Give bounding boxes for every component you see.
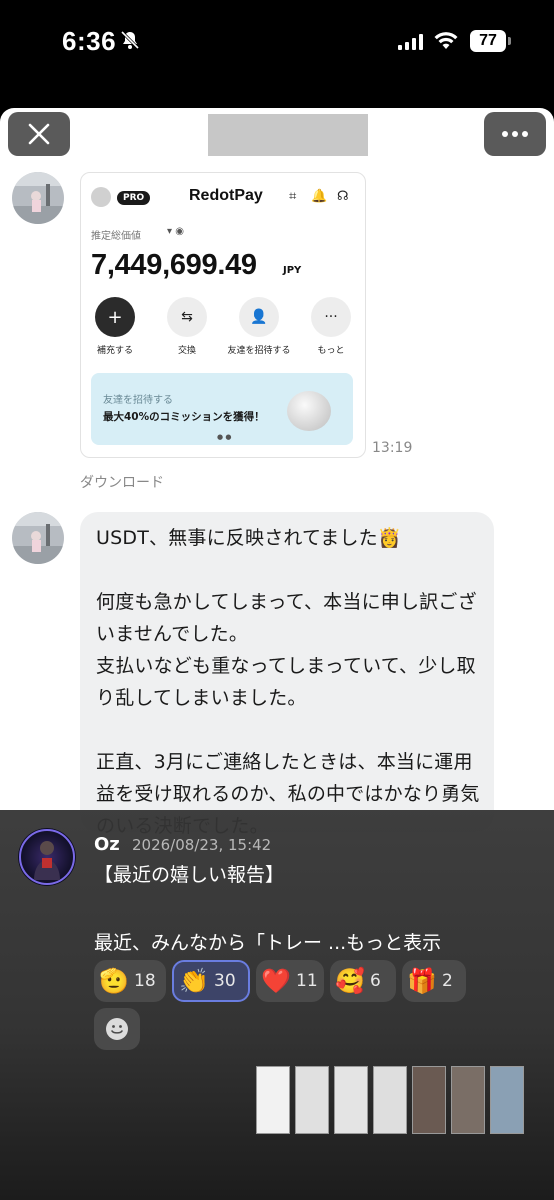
post-date: 2026/08/23, 15:42	[132, 836, 272, 854]
contact-avatar[interactable]	[12, 172, 64, 224]
reaction-count: 18	[134, 971, 156, 991]
banner-subtitle: 最大40%のコミッションを獲得！	[103, 411, 265, 423]
close-button[interactable]	[8, 112, 70, 156]
wifi-icon	[433, 30, 459, 54]
shared-image[interactable]: PRO RedotPay ⌗ 🔔 ☊ 推定総価値 ▾ ◉ 7,449,699.4…	[80, 172, 366, 458]
thumbnail-image[interactable]	[256, 1066, 290, 1134]
show-more-link[interactable]: もっと表示	[346, 932, 441, 954]
heart-emoji-icon: ❤️	[261, 967, 291, 995]
invite-icon: 👤	[239, 297, 279, 337]
smiling-hearts-emoji-icon: 🥰	[335, 967, 365, 995]
image-timestamp: 13:19	[372, 440, 413, 456]
action-label: 交換	[177, 346, 196, 356]
smiley-icon	[106, 1018, 128, 1040]
action-label: もっと	[317, 346, 345, 356]
close-icon	[28, 123, 50, 145]
thumbnail-image[interactable]	[373, 1066, 407, 1134]
more-dots-icon: ···	[311, 297, 351, 337]
salute-emoji-icon: 🫡	[99, 967, 129, 995]
reaction-heart[interactable]: ❤️ 11	[256, 960, 324, 1002]
thumbnail-image[interactable]	[451, 1066, 485, 1134]
coin-icon	[287, 391, 331, 431]
notification-bell-icon: 🔔	[311, 189, 328, 204]
status-bar: 6:36 77	[0, 0, 554, 108]
redotpay-header: PRO RedotPay ⌗ 🔔 ☊	[81, 183, 365, 211]
reaction-clap[interactable]: 👏 30	[172, 960, 250, 1002]
action-label: 補充する	[96, 346, 133, 356]
top-up-icon: +	[95, 297, 135, 337]
battery-icon: 77	[470, 30, 506, 52]
signal-icon	[398, 34, 424, 54]
thumbnail-image[interactable]	[490, 1066, 524, 1134]
thumbnail-image[interactable]	[334, 1066, 368, 1134]
user-icon	[91, 187, 111, 207]
balance-amount: 7,449,699.49	[91, 249, 257, 281]
pro-badge: PRO	[117, 191, 151, 205]
thumbnail-image[interactable]	[295, 1066, 329, 1134]
redotpay-brand: RedotPay	[189, 187, 263, 204]
reaction-salute[interactable]: 🫡 18	[94, 960, 166, 1002]
exchange-icon: ⇆	[167, 297, 207, 337]
pagination-dots: ● ●	[217, 433, 232, 441]
message-bubble[interactable]: USDT、無事に反映されてました👸 何度も急かしてしまって、本当に申し訳ございま…	[80, 512, 494, 837]
reaction-love[interactable]: 🥰 6	[330, 960, 396, 1002]
bell-muted-icon	[120, 30, 140, 54]
currency-label: JPY	[283, 265, 302, 276]
scan-icon: ⌗	[289, 189, 297, 204]
author-avatar[interactable]	[18, 828, 76, 886]
download-link[interactable]: ダウンロード	[80, 472, 164, 492]
message-text: USDT、無事に反映されてました👸 何度も急かしてしまって、本当に申し訳ございま…	[96, 527, 480, 837]
more-options-button[interactable]	[484, 112, 546, 156]
post-text: 【最近の嬉しい報告】 最近、みんなから「トレー ...	[94, 864, 347, 954]
clap-emoji-icon: 👏	[179, 967, 209, 995]
eye-icon: ▾ ◉	[167, 226, 184, 237]
top-bar	[0, 108, 554, 168]
total-value-label: 推定総価値	[91, 231, 141, 242]
thumbnail-image[interactable]	[412, 1066, 446, 1134]
reaction-count: 2	[442, 971, 453, 991]
gift-emoji-icon: 🎁	[407, 967, 437, 995]
invite-banner: 友達を招待する 最大40%のコミッションを獲得！ ● ●	[91, 373, 353, 445]
image-thumbnails	[256, 1066, 524, 1134]
post-body: 【最近の嬉しい報告】 最近、みんなから「トレー ...もっと表示	[94, 858, 534, 960]
banner-title: 友達を招待する	[103, 395, 173, 406]
support-icon: ☊	[337, 189, 349, 204]
post-overlay: Oz 2026/08/23, 15:42 【最近の嬉しい報告】 最近、みんなから…	[0, 810, 554, 1200]
reaction-gift[interactable]: 🎁 2	[402, 960, 466, 1002]
battery-tip	[508, 37, 511, 45]
action-label: 友達を招待する	[227, 346, 291, 356]
add-reaction-button[interactable]	[94, 1008, 140, 1050]
reaction-count: 30	[214, 971, 236, 991]
reaction-count: 11	[296, 971, 318, 991]
reaction-count: 6	[370, 971, 381, 991]
redacted-title	[208, 114, 368, 156]
status-time: 6:36	[62, 26, 117, 56]
contact-avatar[interactable]	[12, 512, 64, 564]
ellipsis-icon	[502, 131, 528, 137]
author-name[interactable]: Oz	[94, 834, 120, 855]
